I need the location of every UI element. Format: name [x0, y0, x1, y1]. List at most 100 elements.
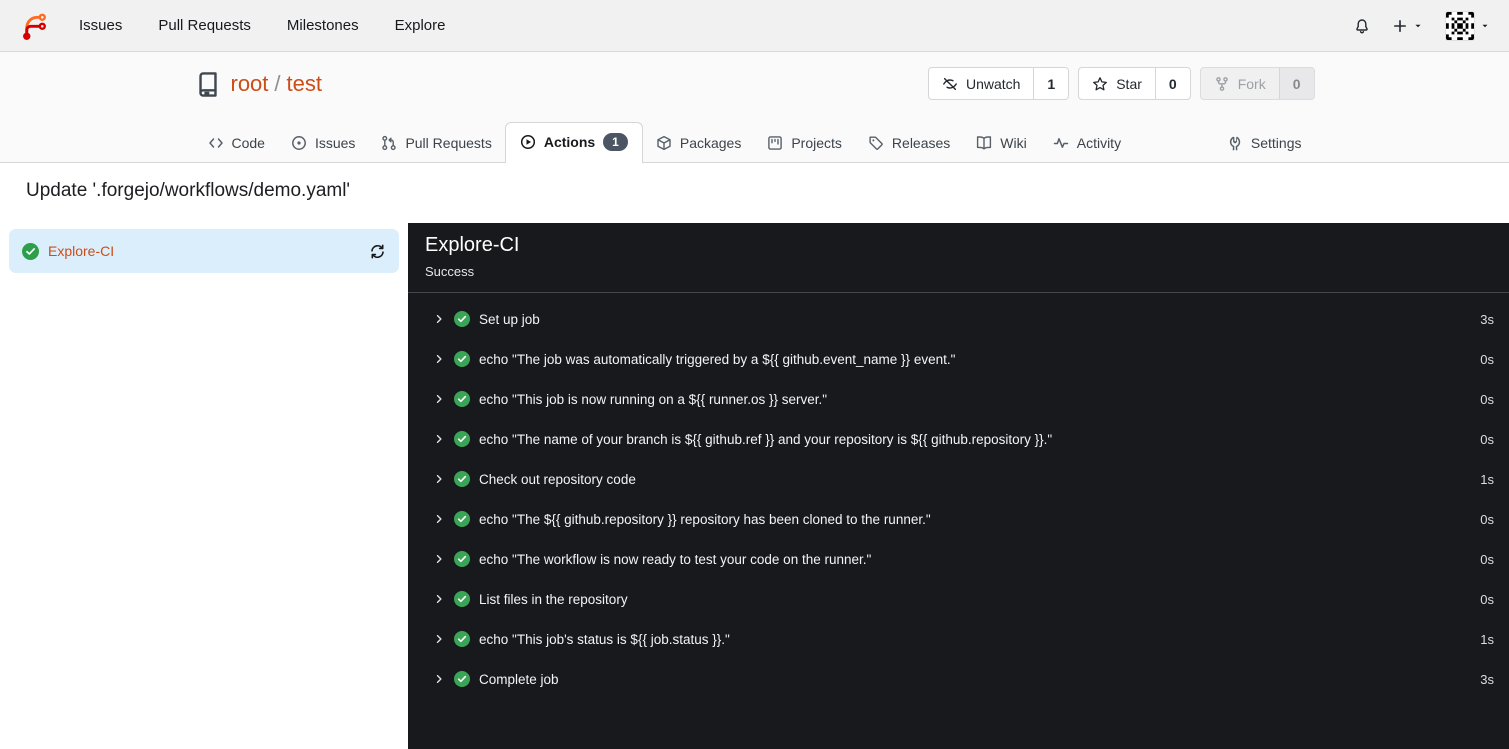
- repo-title-row: root / test Unwatch 1 Star 0 Fork 0: [195, 67, 1315, 100]
- chevron-down-icon: [1480, 21, 1490, 31]
- chevron-right-icon[interactable]: [433, 633, 445, 645]
- rerun-job-icon[interactable]: [369, 243, 386, 260]
- step-success-icon: [454, 671, 470, 687]
- tab-issues[interactable]: Issues: [278, 124, 368, 162]
- project-board-icon: [767, 135, 783, 151]
- play-circle-icon: [520, 134, 536, 150]
- step-row[interactable]: echo "This job is now running on a ${{ r…: [408, 379, 1509, 419]
- star-icon: [1092, 76, 1108, 92]
- step-row[interactable]: Complete job 3s: [408, 659, 1509, 699]
- navbar-right-cluster: [1354, 10, 1490, 41]
- step-name: Complete job: [479, 671, 559, 687]
- book-open-icon: [976, 135, 992, 151]
- repo-action-buttons: Unwatch 1 Star 0 Fork 0: [927, 67, 1315, 100]
- step-name: echo "The ${{ github.repository }} repos…: [479, 511, 931, 527]
- step-success-icon: [454, 471, 470, 487]
- tools-icon: [1227, 135, 1243, 151]
- create-new-dropdown[interactable]: [1392, 18, 1423, 34]
- tab-releases[interactable]: Releases: [855, 124, 963, 162]
- repo-tabs: Code Issues Pull Requests Actions 1 Pack…: [195, 122, 1315, 163]
- step-duration: 0s: [1480, 431, 1494, 447]
- step-row[interactable]: List files in the repository 0s: [408, 579, 1509, 619]
- repo-icon: [195, 71, 221, 97]
- tab-label: Code: [231, 135, 265, 151]
- job-panel-header: Explore-CI Success: [408, 223, 1509, 293]
- eye-slash-icon: [942, 76, 958, 92]
- nav-link-pull-requests[interactable]: Pull Requests: [158, 17, 251, 34]
- bell-icon[interactable]: [1354, 18, 1370, 34]
- chevron-right-icon[interactable]: [433, 433, 445, 445]
- unwatch-button[interactable]: Unwatch: [929, 68, 1033, 99]
- step-row[interactable]: echo "The workflow is now ready to test …: [408, 539, 1509, 579]
- nav-link-issues[interactable]: Issues: [79, 17, 122, 34]
- repo-name-link[interactable]: test: [287, 71, 322, 97]
- star-count[interactable]: 0: [1154, 68, 1190, 99]
- forgejo-logo-icon[interactable]: [19, 11, 49, 41]
- step-row[interactable]: echo "The job was automatically triggere…: [408, 339, 1509, 379]
- step-success-icon: [454, 551, 470, 567]
- chevron-right-icon[interactable]: [433, 473, 445, 485]
- jobs-sidebar: Explore-CI: [0, 223, 408, 749]
- tab-label: Activity: [1076, 135, 1122, 151]
- tab-activity[interactable]: Activity: [1040, 124, 1134, 162]
- top-navbar: Issues Pull Requests Milestones Explore: [0, 0, 1509, 52]
- tab-pull-requests[interactable]: Pull Requests: [368, 124, 504, 162]
- star-button[interactable]: Star: [1079, 68, 1155, 99]
- package-icon: [656, 135, 672, 151]
- actions-count-badge: 1: [603, 133, 628, 151]
- nav-link-milestones[interactable]: Milestones: [287, 17, 359, 34]
- tab-label: Settings: [1250, 135, 1302, 151]
- step-name: echo "This job is now running on a ${{ r…: [479, 391, 828, 407]
- step-row[interactable]: echo "The name of your branch is ${{ git…: [408, 419, 1509, 459]
- step-duration: 1s: [1480, 631, 1494, 647]
- step-name: echo "This job's status is ${{ job.statu…: [479, 631, 730, 647]
- fork-count: 0: [1278, 68, 1314, 99]
- step-name: Set up job: [479, 311, 540, 327]
- watch-count[interactable]: 1: [1033, 68, 1068, 99]
- chevron-right-icon[interactable]: [433, 393, 445, 405]
- step-row[interactable]: echo "This job's status is ${{ job.statu…: [408, 619, 1509, 659]
- step-success-icon: [454, 311, 470, 327]
- repo-separator: /: [274, 70, 281, 96]
- step-success-icon: [454, 391, 470, 407]
- chevron-right-icon[interactable]: [433, 673, 445, 685]
- tab-settings[interactable]: Settings: [1214, 124, 1315, 162]
- tab-projects[interactable]: Projects: [754, 124, 855, 162]
- step-duration: 0s: [1480, 551, 1494, 567]
- tab-wiki[interactable]: Wiki: [963, 124, 1039, 162]
- step-row[interactable]: Check out repository code 1s: [408, 459, 1509, 499]
- pulse-icon: [1053, 135, 1069, 151]
- fork-icon: [1214, 76, 1230, 92]
- job-log-panel: Explore-CI Success Set up job 3s echo "T…: [408, 223, 1509, 749]
- chevron-right-icon[interactable]: [433, 593, 445, 605]
- job-success-icon: [22, 243, 39, 260]
- step-duration: 0s: [1480, 591, 1494, 607]
- tab-actions[interactable]: Actions 1: [504, 122, 643, 163]
- nav-link-explore[interactable]: Explore: [395, 17, 446, 34]
- step-name: echo "The name of your branch is ${{ git…: [479, 431, 1053, 447]
- step-success-icon: [454, 511, 470, 527]
- job-item-explore-ci[interactable]: Explore-CI: [9, 229, 399, 273]
- step-duration: 1s: [1480, 471, 1494, 487]
- chevron-right-icon[interactable]: [433, 313, 445, 325]
- chevron-right-icon[interactable]: [433, 353, 445, 365]
- chevron-right-icon[interactable]: [433, 553, 445, 565]
- step-duration: 0s: [1480, 391, 1494, 407]
- tab-code[interactable]: Code: [195, 124, 278, 162]
- tab-packages[interactable]: Packages: [643, 124, 754, 162]
- user-menu-dropdown[interactable]: [1445, 10, 1490, 41]
- step-success-icon: [454, 431, 470, 447]
- tab-label: Projects: [791, 135, 842, 151]
- chevron-down-icon: [1413, 21, 1423, 31]
- avatar: [1445, 10, 1475, 41]
- chevron-right-icon[interactable]: [433, 513, 445, 525]
- workflow-run-view: Explore-CI Explore-CI Success Set up job…: [0, 223, 1509, 749]
- job-name: Explore-CI: [48, 243, 115, 259]
- pull-request-icon: [381, 135, 397, 151]
- step-row[interactable]: Set up job 3s: [408, 299, 1509, 339]
- step-duration: 0s: [1480, 351, 1494, 367]
- steps-list: Set up job 3s echo "The job was automati…: [408, 293, 1509, 699]
- repo-owner-link[interactable]: root: [231, 71, 269, 97]
- step-success-icon: [454, 591, 470, 607]
- step-row[interactable]: echo "The ${{ github.repository }} repos…: [408, 499, 1509, 539]
